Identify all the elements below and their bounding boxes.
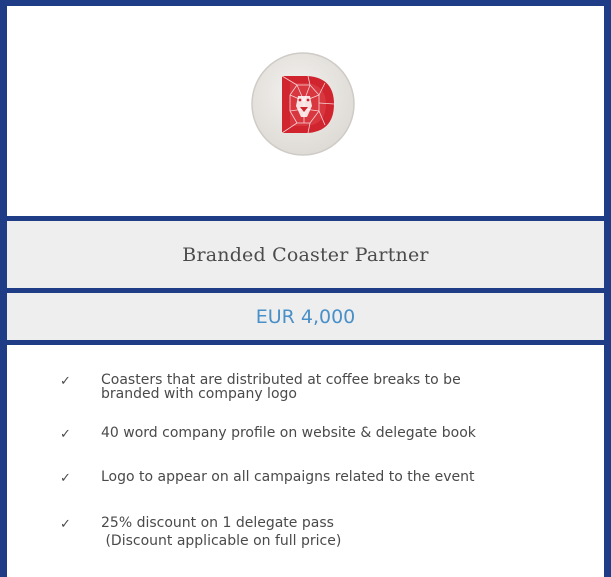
feature-text-line: Logo to appear on all campaigns related …: [101, 469, 475, 485]
check-icon: ✓: [60, 427, 71, 442]
feature-text-line: 25% discount on 1 delegate pass: [101, 515, 334, 531]
package-title: Branded Coaster Partner: [182, 243, 429, 266]
package-image-section: [7, 6, 604, 216]
check-icon: ✓: [60, 374, 71, 389]
check-icon: ✓: [60, 471, 71, 486]
lion-d-coaster-icon: [250, 51, 356, 157]
check-icon: ✓: [60, 517, 71, 532]
feature-text-line: 40 word company profile on website & del…: [101, 425, 476, 441]
feature-list: ✓ Coasters that are distributed at coffe…: [7, 345, 604, 577]
feature-text-line: (Discount applicable on full price): [101, 533, 342, 549]
sponsorship-package-card: Branded Coaster Partner EUR 4,000 ✓ Coas…: [0, 0, 611, 577]
package-price-section: EUR 4,000: [7, 293, 604, 340]
package-title-section: Branded Coaster Partner: [7, 221, 604, 288]
package-price: EUR 4,000: [255, 305, 356, 328]
feature-text-line: branded with company logo: [101, 386, 297, 402]
